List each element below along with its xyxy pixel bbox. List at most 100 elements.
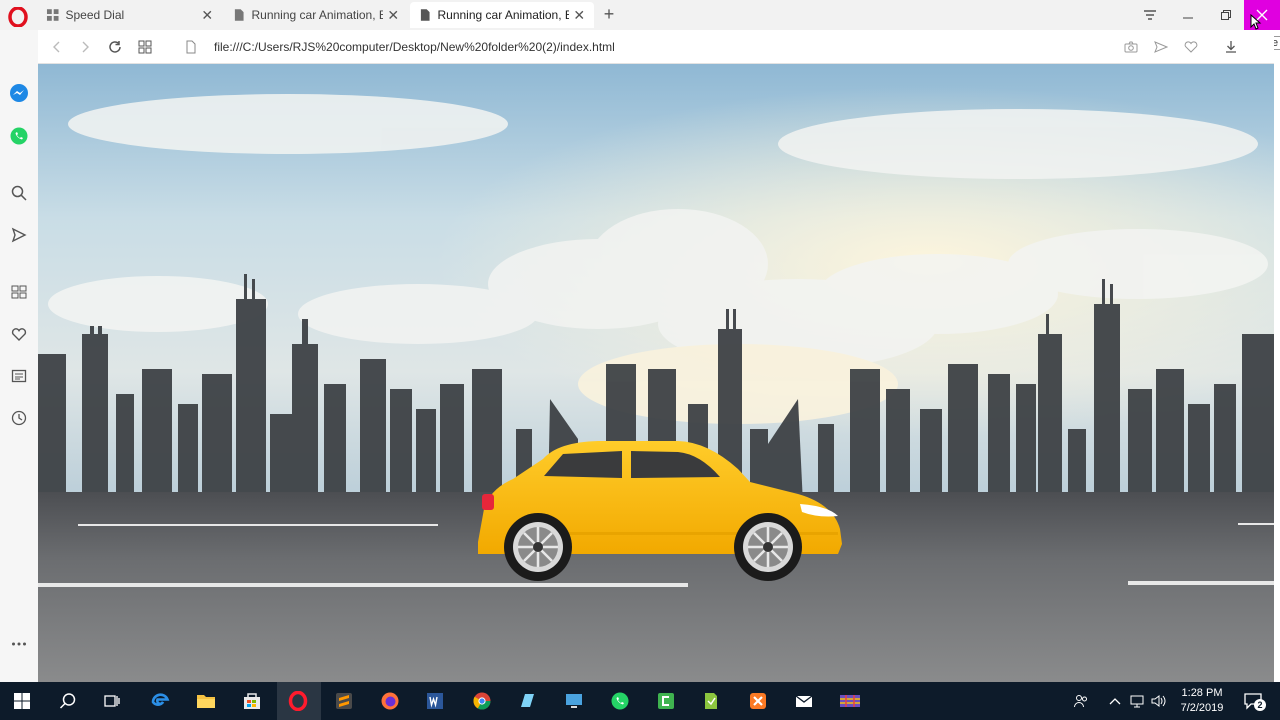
url-field[interactable]: file:///C:/Users/RJS%20computer/Desktop/…: [214, 40, 615, 54]
document-icon: [705, 693, 717, 709]
downloads-button[interactable]: [1222, 38, 1240, 56]
speed-dial-button[interactable]: [9, 282, 29, 302]
forward-button[interactable]: [76, 38, 94, 56]
chrome-icon: [473, 692, 491, 710]
close-tab-icon[interactable]: ✕: [387, 8, 400, 22]
file-icon: [234, 9, 244, 21]
tabs-grid-button[interactable]: [136, 38, 154, 56]
mail-app[interactable]: [791, 689, 817, 713]
tab-bar: Speed Dial ✕ Running car Animation, Ea ✕…: [0, 0, 1280, 30]
task-view-button[interactable]: [99, 689, 125, 713]
task-view-icon: [104, 695, 120, 707]
more-button[interactable]: [9, 634, 29, 654]
snapshot-button[interactable]: [1122, 38, 1140, 56]
camera-icon: [1124, 41, 1138, 53]
tab-running-car-2[interactable]: Running car Animation, Ea ✕: [410, 2, 594, 28]
word-app[interactable]: [422, 689, 448, 713]
clock-time: 1:28 PM: [1181, 687, 1223, 699]
bookmarks-button[interactable]: [9, 324, 29, 344]
chrome-app[interactable]: [469, 689, 495, 713]
firefox-app[interactable]: [377, 689, 403, 713]
firefox-icon: [381, 692, 399, 710]
taskbar-search-button[interactable]: [55, 689, 81, 713]
edge-app[interactable]: [147, 689, 173, 713]
whatsapp-icon: [10, 127, 28, 145]
reload-button[interactable]: [106, 38, 124, 56]
rear-wheel: [504, 513, 572, 581]
page-content: [38, 64, 1274, 682]
history-icon: [11, 410, 27, 426]
opera-logo-icon[interactable]: [8, 7, 28, 27]
speed-dial-icon: [46, 9, 59, 21]
scrollbar-strip[interactable]: [1274, 64, 1280, 682]
app-icon: [840, 695, 860, 707]
whatsapp-button[interactable]: [9, 126, 29, 146]
mail-icon: [795, 695, 813, 707]
restore-button[interactable]: [1208, 0, 1244, 30]
volume-icon: [1151, 695, 1166, 707]
volume-button[interactable]: [1146, 689, 1172, 713]
close-tab-icon[interactable]: ✕: [201, 8, 214, 22]
start-button[interactable]: [9, 689, 35, 713]
store-app[interactable]: [239, 689, 265, 713]
camtasia-app[interactable]: [653, 689, 679, 713]
sublime-icon: [336, 693, 352, 709]
system-clock[interactable]: 1:28 PM 7/2/2019: [1172, 686, 1232, 716]
send-icon: [1154, 41, 1168, 53]
store-icon: [244, 693, 260, 709]
mouse-cursor-icon: [1250, 14, 1262, 30]
camtasia-icon: [658, 693, 674, 709]
heart-icon: [1184, 41, 1198, 53]
messenger-button[interactable]: [9, 83, 29, 103]
tab-menu-icon: [1144, 10, 1156, 20]
file-icon: [420, 9, 430, 21]
chevron-up-icon: [1109, 698, 1121, 705]
search-icon: [59, 693, 76, 709]
app-green-doc[interactable]: [698, 689, 724, 713]
clock-date: 7/2/2019: [1180, 702, 1224, 714]
car-taillight: [482, 494, 494, 510]
tab-title: Speed Dial: [65, 8, 125, 22]
news-button[interactable]: [9, 366, 29, 386]
folder-icon: [197, 695, 215, 708]
back-button[interactable]: [48, 38, 66, 56]
whatsapp-app[interactable]: [607, 689, 633, 713]
xampp-app[interactable]: [745, 689, 771, 713]
people-button[interactable]: [1068, 689, 1094, 713]
opera-app[interactable]: [285, 689, 311, 713]
bookmark-button[interactable]: [1182, 38, 1200, 56]
notification-badge: 2: [1254, 699, 1266, 711]
network-icon: [1130, 695, 1144, 708]
search-button[interactable]: [9, 183, 29, 203]
history-button[interactable]: [9, 408, 29, 428]
back-icon: [53, 41, 60, 53]
app-blue[interactable]: [514, 689, 540, 713]
forward-icon: [82, 41, 89, 53]
minimize-icon: [1183, 17, 1193, 19]
file-icon: [186, 40, 196, 54]
flow-button[interactable]: [9, 225, 29, 245]
messenger-icon: [10, 84, 28, 102]
restore-icon: [1221, 10, 1231, 20]
tab-menu-button[interactable]: [1132, 0, 1168, 30]
share-button[interactable]: [1152, 38, 1170, 56]
edge-icon: [151, 693, 170, 706]
app-monitor[interactable]: [561, 689, 587, 713]
close-tab-icon[interactable]: ✕: [573, 8, 586, 22]
news-icon: [11, 369, 27, 383]
action-center-button[interactable]: 2: [1240, 689, 1266, 713]
front-wheel: [734, 513, 802, 581]
app-multicolor[interactable]: [837, 689, 863, 713]
sidebar: [0, 30, 38, 682]
file-explorer-app[interactable]: [193, 689, 219, 713]
tab-title: Running car Animation, Ea: [437, 8, 569, 22]
more-icon: [12, 642, 26, 646]
tab-speed-dial[interactable]: Speed Dial ✕: [38, 2, 222, 28]
page-info-button[interactable]: [182, 38, 200, 56]
new-tab-button[interactable]: +: [600, 5, 618, 23]
windows-logo-icon: [14, 693, 30, 709]
minimize-button[interactable]: [1170, 0, 1206, 30]
tab-running-car-1[interactable]: Running car Animation, Ea ✕: [224, 2, 408, 28]
word-icon: [427, 693, 443, 709]
sublime-app[interactable]: [331, 689, 357, 713]
